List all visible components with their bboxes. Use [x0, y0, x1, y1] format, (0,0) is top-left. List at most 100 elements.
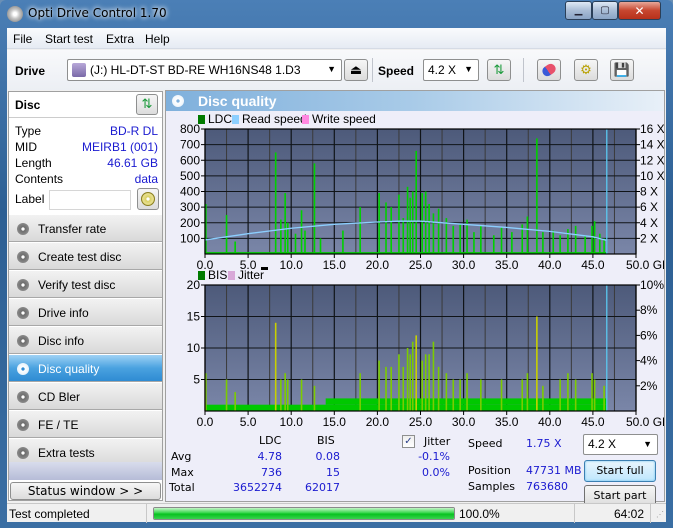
speed-label: Speed — [378, 64, 415, 78]
samples-label: Samples — [468, 480, 515, 493]
stats-max-label: Max — [171, 466, 194, 479]
disc-icon — [17, 391, 29, 403]
nav-label: CD Bler — [38, 390, 81, 404]
stats-max-ldc: 736 — [261, 466, 282, 479]
ldc-bar — [511, 232, 513, 254]
nav-drive-info[interactable]: Drive info — [9, 298, 162, 326]
bis-bar — [542, 385, 544, 411]
menu-extra[interactable]: Extra — [106, 32, 134, 46]
nav-fe-te[interactable]: FE / TE — [9, 410, 162, 438]
panel-header: Disc quality — [166, 91, 664, 111]
minimize-icon: ▁ — [574, 5, 583, 16]
bis-bar — [234, 392, 236, 411]
drive-icon — [72, 63, 86, 77]
disc-header-title: Disc — [15, 98, 41, 112]
info-key: MID — [15, 140, 37, 154]
disc-label-input[interactable] — [49, 190, 131, 210]
menu-start-test[interactable]: Start test — [45, 32, 93, 46]
ldc-bar — [319, 238, 322, 254]
nav-disc-info[interactable]: Disc info — [9, 326, 162, 354]
ldc-bar — [411, 191, 414, 254]
resize-grip-icon[interactable]: ⋰ — [656, 510, 664, 519]
stats-col-ldc: LDC — [259, 434, 282, 447]
stats-col-bis: BIS — [317, 434, 335, 447]
disc-icon — [17, 363, 29, 375]
info-value: MEIRB1 (001) — [81, 140, 158, 154]
y-tick-label-right: 10 X — [640, 169, 664, 183]
start-full-button[interactable]: Start full — [584, 460, 656, 482]
disc-icon — [17, 307, 29, 319]
y-tick-label-left: 100 — [180, 231, 200, 245]
nav-transfer-rate[interactable]: Transfer rate — [9, 214, 162, 242]
check-icon: ✓ — [404, 436, 413, 447]
erase-button[interactable] — [537, 59, 561, 81]
x-tick-label: 10.0 — [280, 415, 304, 429]
stats-avg-jitter: -0.1% — [418, 450, 450, 463]
bis-bar — [411, 341, 414, 411]
disc-label-button[interactable] — [137, 188, 159, 210]
disc-info-contents: Contents data — [15, 172, 158, 188]
drive-label: Drive — [15, 64, 46, 78]
y-tick-label-left: 5 — [193, 373, 200, 387]
nav-create-test-disc[interactable]: Create test disc — [9, 242, 162, 270]
ldc-bar — [424, 191, 427, 254]
bis-bar — [313, 385, 316, 411]
x-tick-label: 35.0 — [495, 258, 519, 272]
left-panel: Disc ⇅ Type BD-R DL MID MEIRB1 (001) Len… — [8, 91, 163, 501]
x-tick-label: 50.0 GB — [626, 415, 664, 429]
ldc-bar — [300, 210, 303, 254]
bis-bar — [536, 316, 538, 411]
bis-bar — [284, 373, 286, 411]
nav-disc-quality[interactable]: Disc quality — [9, 354, 162, 382]
save-icon: 💾 — [613, 62, 631, 78]
test-speed-select[interactable]: 4.2 X ▼ — [583, 434, 658, 455]
minimize-button[interactable]: ▁ — [565, 1, 592, 20]
ldc-bar — [492, 235, 495, 254]
ldc-bar — [398, 194, 400, 254]
ldc-bar — [313, 163, 316, 254]
ldc-bar — [552, 230, 555, 254]
info-value: 46.61 GB — [107, 156, 158, 170]
x-tick-label: 15.0 — [323, 415, 347, 429]
ldc-bar — [480, 225, 482, 254]
x-tick-label: 25.0 — [409, 415, 433, 429]
cd-icon — [141, 192, 155, 206]
disc-refresh-button[interactable]: ⇅ — [136, 94, 158, 115]
disc-icon — [17, 447, 29, 459]
bis-bar — [445, 373, 448, 411]
ldc-bar — [567, 229, 569, 254]
drive-select[interactable]: (J:) HL-DT-ST BD-RE WH16NS48 1.D3 ▼ — [67, 59, 342, 81]
nav-verify-test-disc[interactable]: Verify test disc — [9, 270, 162, 298]
toolbar-separator — [372, 58, 373, 82]
progress-fill — [154, 508, 454, 519]
elapsed-time: 64:02 — [613, 507, 644, 521]
y-tick-label-right: 14 X — [640, 138, 664, 152]
legend-read-speed-swatch — [232, 115, 239, 124]
refresh-speed-button[interactable]: ⇅ — [487, 59, 511, 81]
samples-value: 763680 — [526, 480, 568, 493]
jitter-checkbox[interactable]: ✓ — [402, 435, 415, 448]
speed-value: 1.75 X — [526, 437, 562, 450]
x-tick-label: 45.0 — [581, 258, 605, 272]
client-area: File Start test Extra Help Drive (J:) HL… — [7, 28, 666, 523]
erase-icon — [540, 61, 558, 79]
y-tick-label-left: 800 — [180, 122, 200, 136]
eject-button[interactable]: ⏏ — [344, 59, 368, 81]
refresh-icon: ⇅ — [141, 97, 153, 112]
menu-file[interactable]: File — [13, 32, 32, 46]
bis-bar — [300, 379, 303, 411]
bis-bar — [459, 379, 461, 411]
info-key: Length — [15, 156, 52, 170]
nav-cd-bler[interactable]: CD Bler — [9, 382, 162, 410]
bis-bar — [466, 373, 468, 411]
legend-jitter: Jitter — [238, 268, 264, 282]
status-window-button[interactable]: Status window > > — [10, 482, 161, 500]
save-button[interactable]: 💾 — [610, 59, 634, 81]
maximize-button[interactable]: ▢ — [592, 1, 618, 20]
close-button[interactable]: ✕ — [618, 1, 661, 20]
speed-select[interactable]: 4.2 X ▼ — [423, 59, 479, 81]
menu-help[interactable]: Help — [145, 32, 170, 46]
nav-label: Drive info — [38, 306, 89, 320]
speed-value: 4.2 X — [428, 63, 457, 77]
settings-button[interactable]: ⚙ — [574, 59, 598, 81]
